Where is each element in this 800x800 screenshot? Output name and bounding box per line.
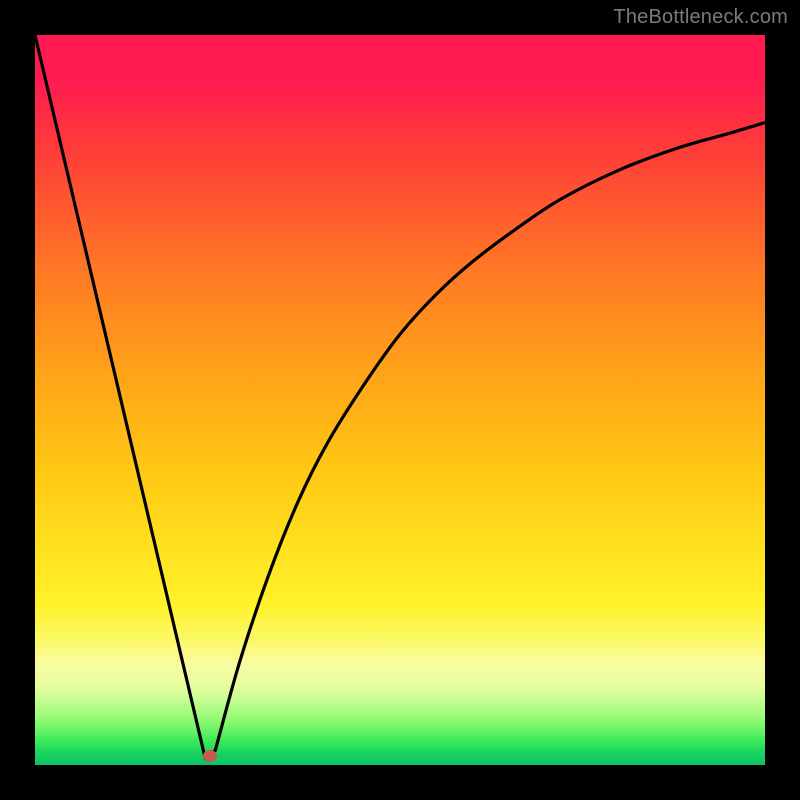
attribution-text: TheBottleneck.com: [613, 6, 788, 29]
optimal-marker: [203, 750, 217, 762]
plot-area: [35, 35, 765, 765]
chart-frame: TheBottleneck.com: [0, 0, 800, 800]
bottleneck-curve: [35, 35, 765, 765]
curve-path: [35, 35, 765, 758]
